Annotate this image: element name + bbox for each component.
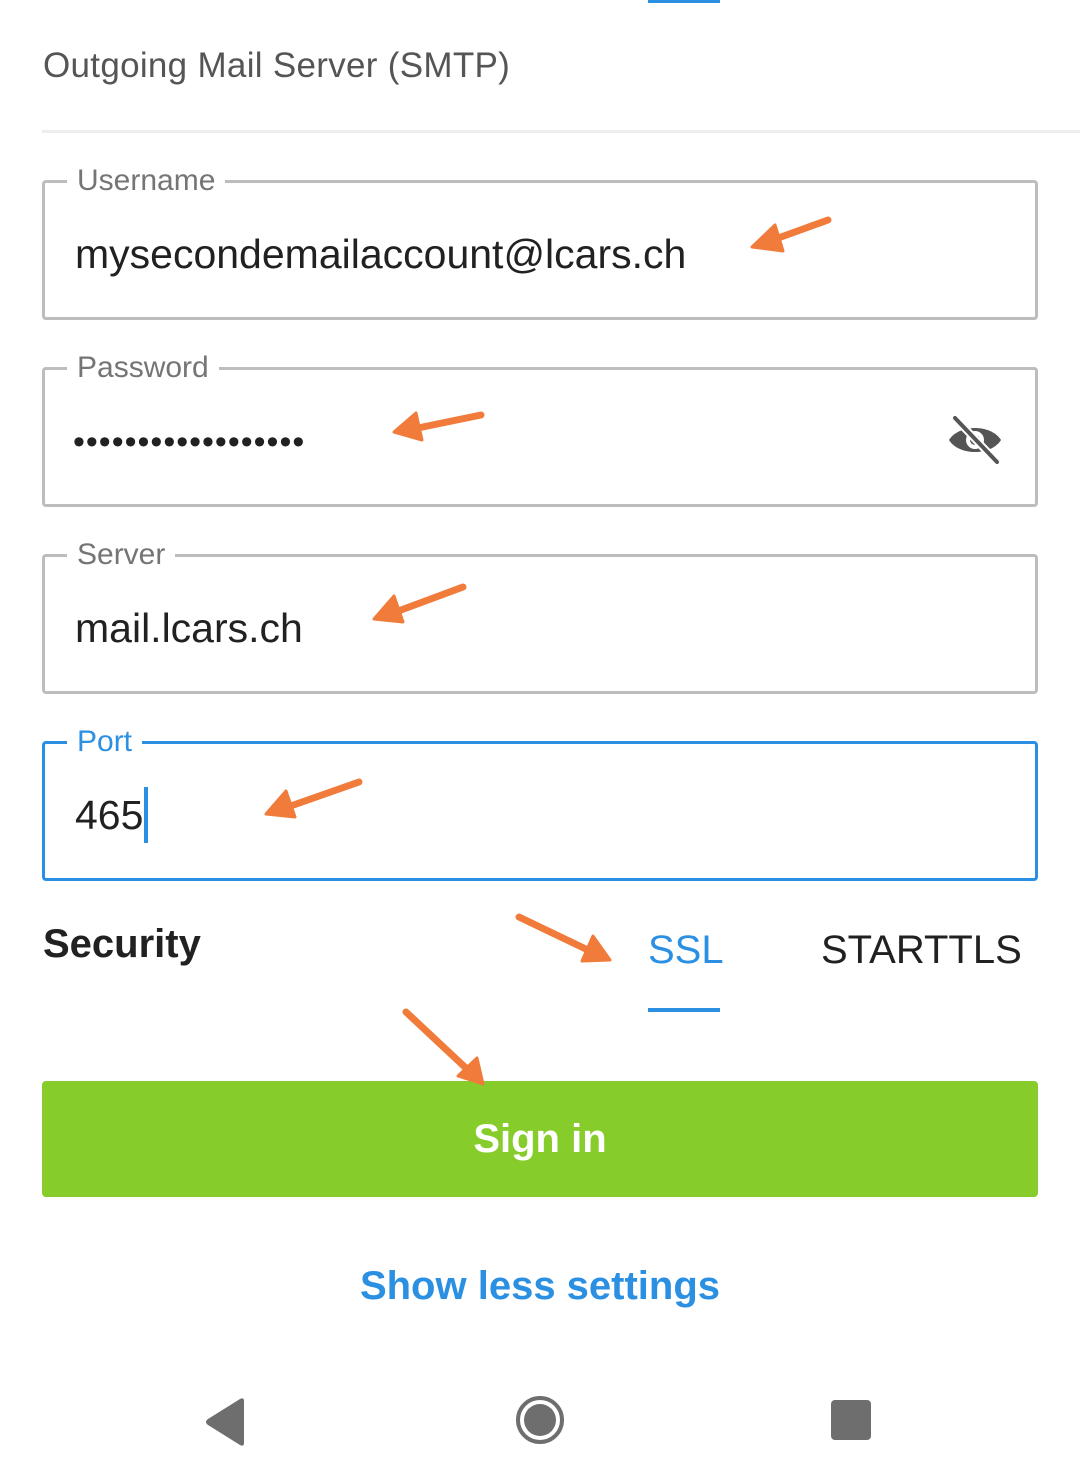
- top-tab-indicator: [648, 0, 720, 3]
- server-field[interactable]: Server mail.lcars.ch: [42, 537, 1038, 694]
- security-option-ssl[interactable]: SSL: [648, 928, 724, 973]
- password-input[interactable]: ••••••••••••••••••: [73, 422, 305, 462]
- port-value: 465: [75, 792, 144, 838]
- server-label: Server: [67, 537, 176, 573]
- text-cursor: [144, 787, 149, 844]
- annotation-arrow-signin: [402, 1008, 485, 1086]
- sign-in-button[interactable]: Sign in: [42, 1081, 1038, 1197]
- selected-tab-underline: [648, 1008, 720, 1012]
- back-icon[interactable]: [190, 1385, 260, 1455]
- server-input[interactable]: mail.lcars.ch: [75, 603, 303, 653]
- username-field[interactable]: Username mysecondemailaccount@lcars.ch: [42, 163, 1038, 320]
- username-input[interactable]: mysecondemailaccount@lcars.ch: [75, 229, 686, 279]
- password-label: Password: [67, 350, 219, 386]
- username-label: Username: [67, 163, 226, 199]
- eye-off-icon[interactable]: [945, 414, 1005, 466]
- section-divider: [42, 130, 1080, 133]
- annotation-arrow-ssl: [515, 913, 612, 963]
- port-label: Port: [67, 724, 143, 760]
- port-input[interactable]: 465: [75, 787, 149, 844]
- system-navigation-bar: [0, 1365, 1080, 1475]
- recents-icon[interactable]: [816, 1385, 886, 1455]
- section-title: Outgoing Mail Server (SMTP): [43, 46, 511, 85]
- show-less-settings-link[interactable]: Show less settings: [0, 1264, 1080, 1309]
- security-label: Security: [43, 922, 201, 966]
- security-option-starttls[interactable]: STARTTLS: [821, 928, 1022, 973]
- port-field[interactable]: Port 465: [42, 724, 1038, 881]
- password-field[interactable]: Password ••••••••••••••••••: [42, 350, 1038, 507]
- home-icon[interactable]: [505, 1385, 575, 1455]
